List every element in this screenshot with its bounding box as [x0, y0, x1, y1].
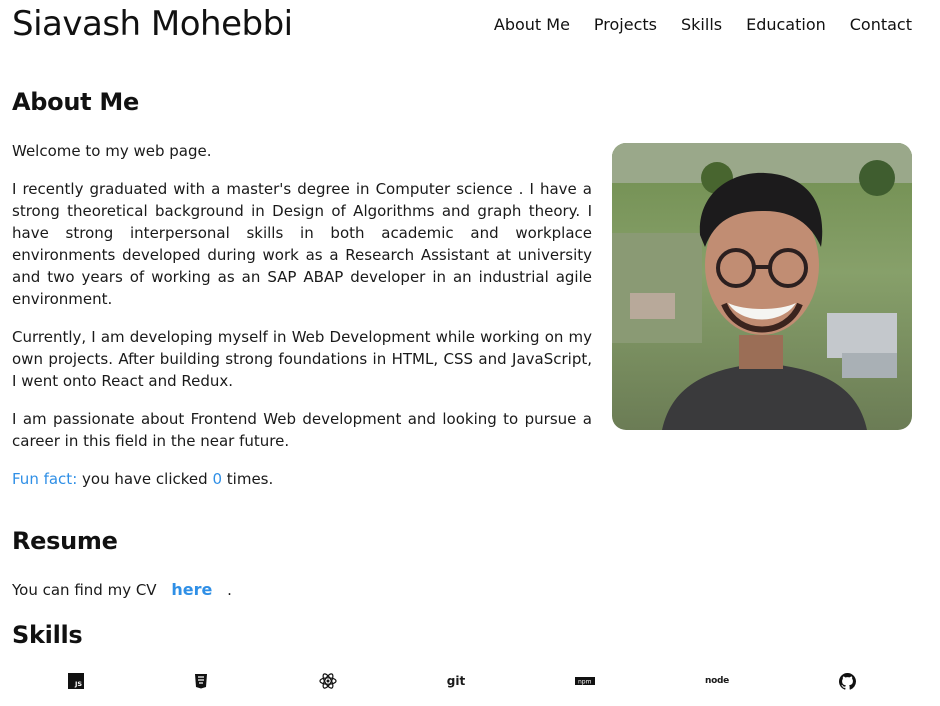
welcome-paragraph: Welcome to my web page.: [12, 142, 212, 160]
npm-icon: npm: [573, 670, 597, 692]
javascript-icon: JS: [64, 670, 88, 692]
resume-heading: Resume: [12, 527, 118, 555]
html5-icon: [189, 670, 213, 692]
resume-intro: You can find my CV: [12, 581, 157, 599]
resume-text: You can find my CV here .: [12, 579, 232, 601]
github-icon: [835, 670, 859, 692]
site-header: Siavash Mohebbi About Me Projects Skills…: [12, 0, 912, 48]
fun-fact: Fun fact: you have clicked 0 times.: [12, 468, 592, 490]
about-me-heading: About Me: [12, 88, 139, 116]
fun-fact-text: you have clicked: [82, 470, 208, 488]
skills-icons: JS git npm node: [12, 670, 912, 692]
site-title: Siavash Mohebbi: [12, 4, 293, 44]
nav-about-me[interactable]: About Me: [494, 15, 570, 34]
node-text: node: [705, 676, 729, 686]
svg-text:JS: JS: [74, 680, 82, 688]
react-icon: [316, 670, 340, 692]
git-text: git: [446, 674, 466, 688]
nav-projects[interactable]: Projects: [594, 15, 657, 34]
about-paragraph-2: Currently, I am developing myself in Web…: [12, 328, 592, 390]
profile-photo: [612, 143, 912, 430]
git-icon: git: [444, 670, 468, 692]
about-paragraph-3: I am passionate about Frontend Web devel…: [12, 410, 592, 450]
about-paragraph-1: I recently graduated with a master's deg…: [12, 180, 592, 308]
nav-education[interactable]: Education: [746, 15, 826, 34]
resume-end: .: [227, 581, 232, 599]
fun-fact-label: Fun fact:: [12, 470, 78, 488]
resume-link[interactable]: here: [171, 580, 212, 599]
skills-heading: Skills: [12, 621, 83, 649]
nodejs-icon: node: [705, 670, 729, 692]
main-nav: About Me Projects Skills Education Conta…: [494, 15, 912, 34]
about-me-text: Welcome to my web page. I recently gradu…: [12, 140, 592, 506]
click-counter: 0: [212, 470, 222, 488]
fun-fact-times: times.: [226, 470, 274, 488]
nav-skills[interactable]: Skills: [681, 15, 722, 34]
svg-text:npm: npm: [578, 679, 592, 686]
nav-contact[interactable]: Contact: [850, 15, 912, 34]
